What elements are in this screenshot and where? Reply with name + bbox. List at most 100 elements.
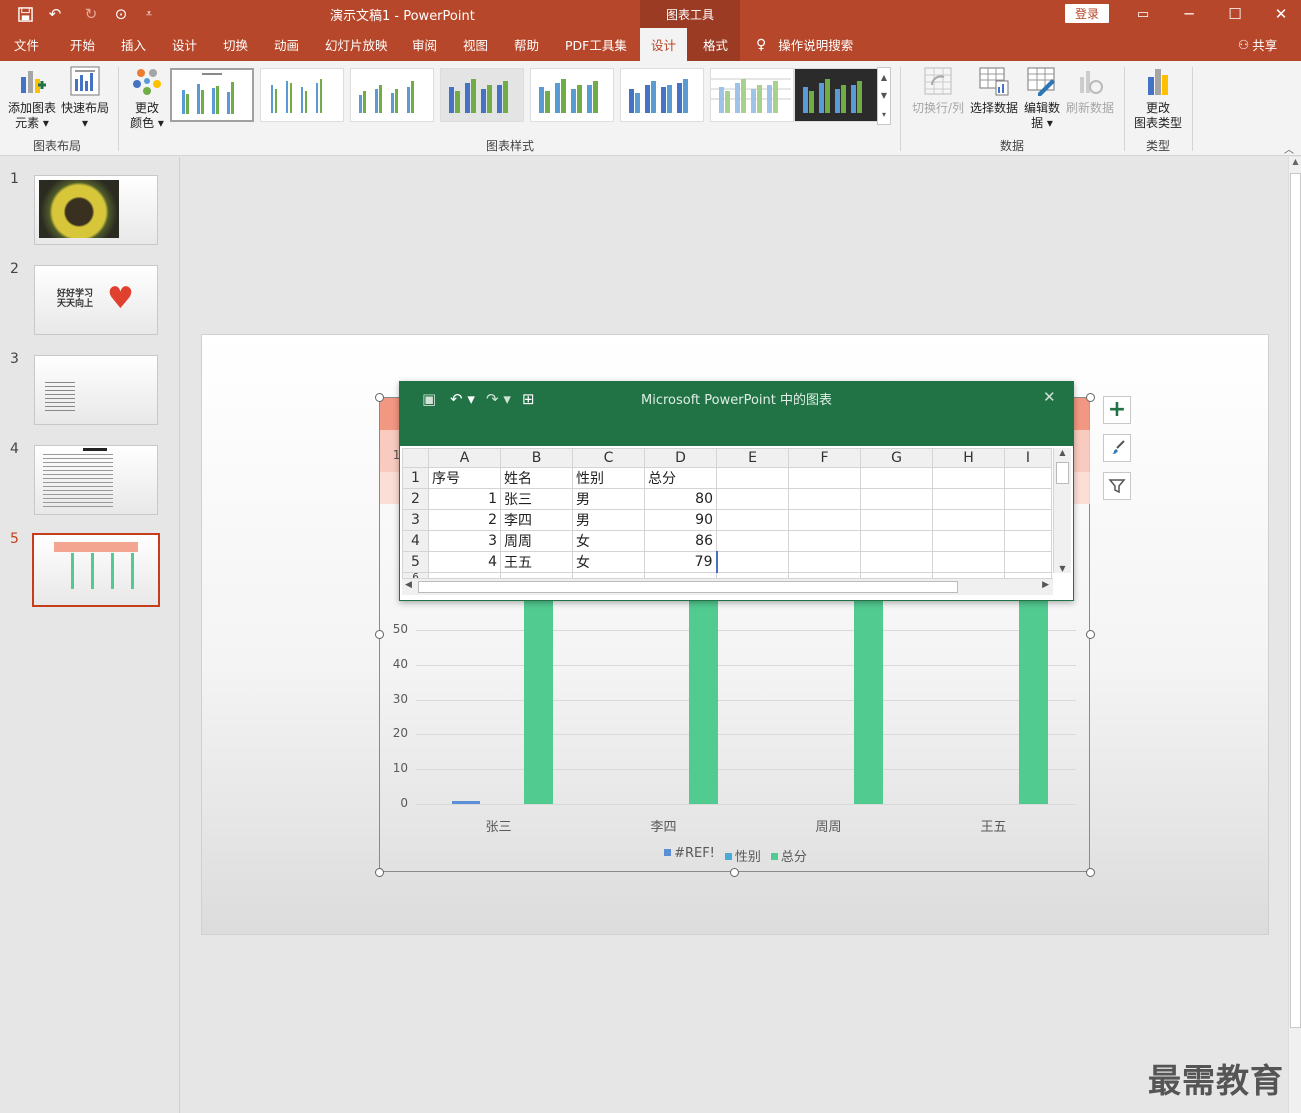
slide-thumbnail-3[interactable] xyxy=(34,355,158,425)
cell[interactable] xyxy=(932,509,1005,531)
cell[interactable] xyxy=(1004,509,1052,531)
maximize-button[interactable]: ☐ xyxy=(1212,0,1258,28)
cell[interactable]: 王五 xyxy=(500,551,573,573)
save-icon[interactable] xyxy=(14,4,36,24)
row-header[interactable]: 3 xyxy=(402,509,429,531)
cell[interactable] xyxy=(716,467,789,489)
chart-filters-button[interactable] xyxy=(1103,472,1131,500)
switch-row-column-button[interactable]: 切换行/列 xyxy=(910,65,966,116)
ribbon-display-options-icon[interactable]: ▭ xyxy=(1120,0,1166,28)
slide-thumbnail-5[interactable] xyxy=(32,533,160,607)
chart-style-7[interactable] xyxy=(710,68,794,122)
cell[interactable]: 女 xyxy=(572,530,645,552)
cell[interactable] xyxy=(1004,530,1052,552)
chart-elements-button[interactable]: + xyxy=(1103,396,1131,424)
cell[interactable] xyxy=(860,509,933,531)
cell[interactable] xyxy=(860,551,933,573)
cell[interactable] xyxy=(932,467,1005,489)
bar-0-0[interactable] xyxy=(452,801,480,804)
resize-handle-bottom-right[interactable] xyxy=(1086,868,1095,877)
chart-style-8[interactable] xyxy=(794,68,878,122)
cell[interactable] xyxy=(860,467,933,489)
bar-2-0[interactable] xyxy=(524,600,553,804)
login-button[interactable]: 登录 xyxy=(1065,4,1109,23)
scroll-thumb[interactable] xyxy=(1290,173,1301,1028)
customize-toolbar-icon[interactable]: ⩡ xyxy=(138,4,160,24)
chart-style-3[interactable] xyxy=(350,68,434,122)
cell[interactable] xyxy=(788,551,861,573)
cell[interactable]: 3 xyxy=(428,530,501,552)
tab-chart-format[interactable]: 格式 xyxy=(701,28,730,61)
add-chart-element-button[interactable]: 添加图表 元素 ▾ xyxy=(6,65,58,131)
cell[interactable]: 86 xyxy=(644,530,717,552)
resize-handle-bottom[interactable] xyxy=(730,868,739,877)
column-header[interactable]: G xyxy=(860,448,933,468)
column-header[interactable]: E xyxy=(716,448,789,468)
column-header[interactable]: I xyxy=(1004,448,1052,468)
cell[interactable]: 90 xyxy=(644,509,717,531)
slide-thumbnail-2[interactable]: 好好学习 天天向上 ♥ xyxy=(34,265,158,335)
change-colors-button[interactable]: 更改 颜色 ▾ xyxy=(126,65,168,131)
share-button[interactable]: ⚇ 共享 xyxy=(1236,28,1279,61)
cell[interactable] xyxy=(788,530,861,552)
chart-style-1[interactable] xyxy=(170,68,254,122)
collapse-ribbon-icon[interactable]: ︿ xyxy=(1284,141,1294,156)
chart-style-5[interactable] xyxy=(530,68,614,122)
row-header[interactable]: 4 xyxy=(402,530,429,552)
tab-design[interactable]: 设计 xyxy=(170,28,199,61)
cell[interactable]: 4 xyxy=(428,551,501,573)
tab-review[interactable]: 审阅 xyxy=(410,28,439,61)
resize-handle-top-right[interactable] xyxy=(1086,393,1095,402)
cell[interactable] xyxy=(716,530,789,552)
gallery-up-icon[interactable]: ▲ xyxy=(881,73,887,82)
chart-style-4[interactable] xyxy=(440,68,524,122)
chart-data-window[interactable]: ▣ ↶ ▾ ↷ ▾ ⊞ Microsoft PowerPoint 中的图表 ✕ … xyxy=(399,381,1074,601)
cell[interactable] xyxy=(932,488,1005,510)
row-header[interactable]: 2 xyxy=(402,488,429,510)
gallery-more-icon[interactable]: ▾ xyxy=(882,110,886,119)
sheet-hscroll-thumb[interactable] xyxy=(418,581,958,593)
tell-me-search[interactable]: ♀ 操作说明搜索 xyxy=(754,28,855,61)
select-all-corner[interactable] xyxy=(402,448,429,468)
tab-view[interactable]: 视图 xyxy=(461,28,490,61)
chart-styles-button[interactable] xyxy=(1103,434,1131,462)
cell[interactable]: 李四 xyxy=(500,509,573,531)
cell[interactable]: 女 xyxy=(572,551,645,573)
cell[interactable] xyxy=(1004,488,1052,510)
bar-2-1[interactable] xyxy=(689,600,718,804)
gallery-scroll[interactable]: ▲ ▼ ▾ xyxy=(877,67,891,125)
present-from-start-icon[interactable]: ⊙ xyxy=(110,4,132,24)
tab-help[interactable]: 帮助 xyxy=(512,28,541,61)
cell[interactable]: 1 xyxy=(428,488,501,510)
cell[interactable] xyxy=(716,551,789,573)
row-header[interactable]: 1 xyxy=(402,467,429,489)
chart-style-6[interactable] xyxy=(620,68,704,122)
column-header[interactable]: F xyxy=(788,448,861,468)
cell[interactable]: 序号 xyxy=(428,467,501,489)
redo-icon[interactable]: ↻ xyxy=(80,4,102,24)
slide-thumbnail-1[interactable] xyxy=(34,175,158,245)
resize-handle-left[interactable] xyxy=(375,630,384,639)
change-chart-type-button[interactable]: 更改 图表类型 xyxy=(1130,65,1186,131)
bar-2-2[interactable] xyxy=(854,600,883,804)
cell[interactable]: 张三 xyxy=(500,488,573,510)
cell[interactable] xyxy=(788,509,861,531)
refresh-data-button[interactable]: 刷新数据 xyxy=(1064,65,1116,116)
row-header[interactable]: 5 xyxy=(402,551,429,573)
cell[interactable] xyxy=(788,467,861,489)
cell[interactable]: 总分 xyxy=(644,467,717,489)
quick-layout-button[interactable]: 快速布局 ▾ xyxy=(60,65,110,131)
cell-range-corner[interactable]: 79 xyxy=(644,551,718,573)
tab-file[interactable]: 文件 xyxy=(12,28,41,61)
tab-slideshow[interactable]: 幻灯片放映 xyxy=(323,28,390,61)
cell[interactable] xyxy=(1004,467,1052,489)
cell[interactable]: 周周 xyxy=(500,530,573,552)
cell[interactable] xyxy=(932,551,1005,573)
bar-2-3[interactable] xyxy=(1019,600,1048,804)
cell[interactable] xyxy=(716,488,789,510)
cell[interactable] xyxy=(932,530,1005,552)
minimize-button[interactable]: ─ xyxy=(1166,0,1212,28)
gallery-down-icon[interactable]: ▼ xyxy=(881,91,887,100)
resize-handle-right[interactable] xyxy=(1086,630,1095,639)
cell[interactable] xyxy=(860,488,933,510)
